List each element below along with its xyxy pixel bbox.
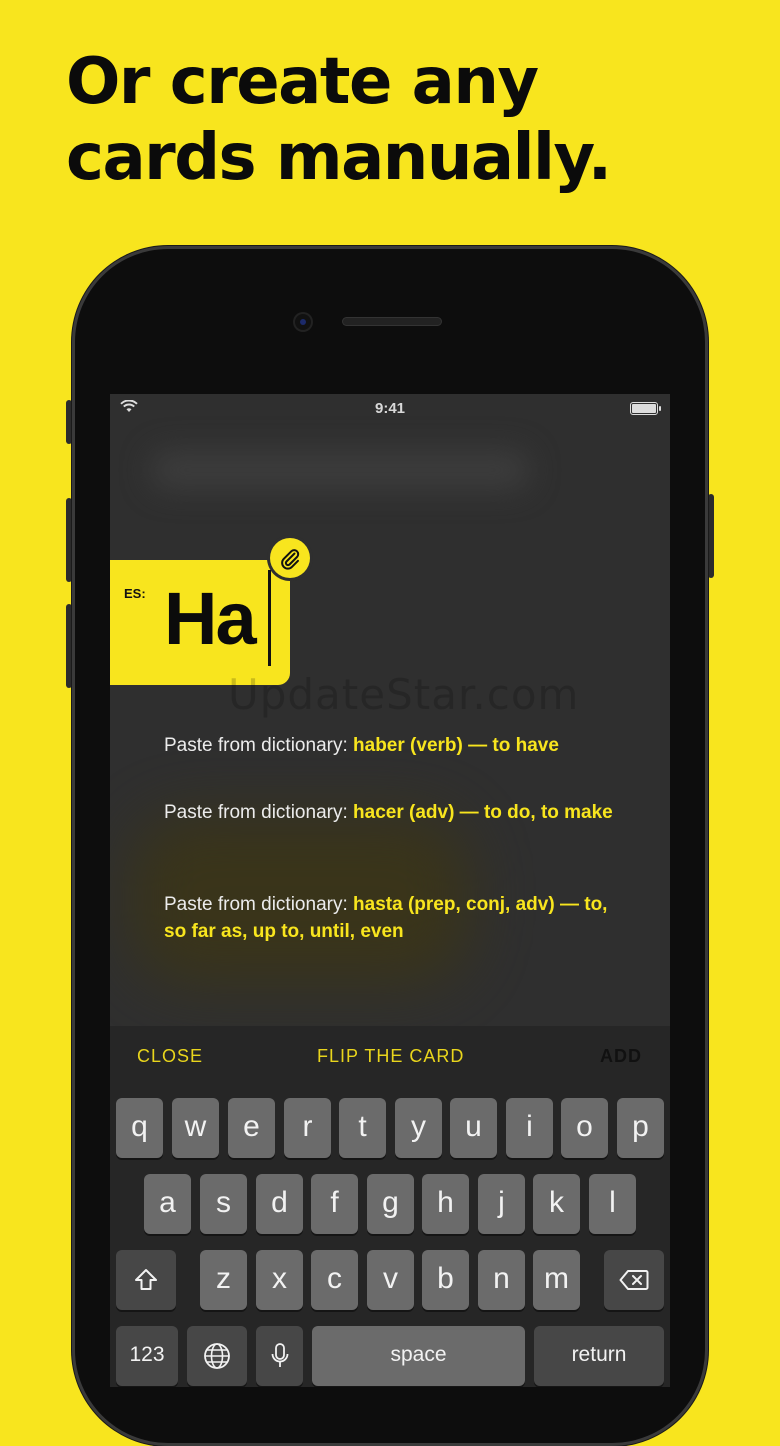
key-s[interactable]: s (200, 1174, 247, 1234)
key-f[interactable]: f (311, 1174, 358, 1234)
key-q[interactable]: q (116, 1098, 163, 1158)
key-p[interactable]: p (617, 1098, 664, 1158)
suggestion-item[interactable]: Paste from dictionary: hacer (adv) — to … (164, 799, 624, 826)
shift-icon (133, 1262, 159, 1295)
key-h[interactable]: h (422, 1174, 469, 1234)
space-key[interactable]: space (312, 1326, 525, 1386)
key-d[interactable]: d (256, 1174, 303, 1234)
dictation-key[interactable] (256, 1326, 303, 1386)
suggestion-prefix: Paste from dictionary: (164, 802, 354, 823)
key-e[interactable]: e (228, 1098, 275, 1158)
phone-screen: 9:41 ES: Ha UpdateStar.com Paste from di… (110, 394, 670, 1387)
suggestion-prefix: Paste from dictionary: (164, 894, 354, 915)
key-c[interactable]: c (311, 1250, 358, 1310)
headline: Or create any cards manually. (66, 44, 612, 196)
keyboard: q w e r t y u i o p a s d f g h j k l z … (110, 1088, 670, 1387)
globe-icon (203, 1338, 231, 1371)
key-y[interactable]: y (395, 1098, 442, 1158)
key-g[interactable]: g (367, 1174, 414, 1234)
key-w[interactable]: w (172, 1098, 219, 1158)
suggestion-item[interactable]: Paste from dictionary: haber (verb) — to… (164, 732, 624, 759)
battery-icon (630, 402, 661, 415)
headline-line-2: cards manually. (66, 121, 612, 195)
card-language: ES: (124, 586, 146, 601)
text-cursor (268, 570, 271, 666)
key-v[interactable]: v (367, 1250, 414, 1310)
globe-key[interactable] (187, 1326, 247, 1386)
add-button[interactable]: ADD (600, 1046, 642, 1067)
delete-key[interactable] (604, 1250, 664, 1310)
key-i[interactable]: i (506, 1098, 553, 1158)
flip-card-button[interactable]: FLIP THE CARD (317, 1046, 464, 1067)
suggestion-value: hacer (adv) — to do, to make (353, 802, 613, 823)
key-z[interactable]: z (200, 1250, 247, 1310)
paste-clip-button[interactable] (270, 538, 310, 578)
key-n[interactable]: n (478, 1250, 525, 1310)
key-o[interactable]: o (561, 1098, 608, 1158)
status-bar: 9:41 (110, 394, 670, 422)
key-x[interactable]: x (256, 1250, 303, 1310)
backspace-icon (619, 1262, 649, 1295)
power-button (708, 494, 714, 578)
shift-key[interactable] (116, 1250, 176, 1310)
key-l[interactable]: l (589, 1174, 636, 1234)
keyboard-toolbar: CLOSE FLIP THE CARD ADD (110, 1026, 670, 1088)
earpiece-speaker (343, 318, 441, 325)
key-m[interactable]: m (533, 1250, 580, 1310)
suggestion-value: haber (verb) — to have (353, 735, 559, 756)
blurred-header (150, 450, 530, 490)
close-button[interactable]: CLOSE (137, 1046, 203, 1067)
key-u[interactable]: u (450, 1098, 497, 1158)
flashcard[interactable]: ES: Ha (110, 560, 290, 685)
key-t[interactable]: t (339, 1098, 386, 1158)
key-b[interactable]: b (422, 1250, 469, 1310)
return-key[interactable]: return (534, 1326, 664, 1386)
numbers-key[interactable]: 123 (116, 1326, 178, 1386)
front-camera (295, 314, 311, 330)
status-time: 9:41 (374, 400, 406, 417)
microphone-icon (270, 1338, 290, 1371)
suggestion-item[interactable]: Paste from dictionary: hasta (prep, conj… (164, 891, 624, 945)
suggestion-prefix: Paste from dictionary: (164, 735, 354, 756)
key-a[interactable]: a (144, 1174, 191, 1234)
key-j[interactable]: j (478, 1174, 525, 1234)
card-word-input[interactable]: Ha (164, 574, 257, 664)
headline-line-1: Or create any (66, 45, 539, 119)
watermark: UpdateStar.com (228, 670, 580, 719)
key-k[interactable]: k (533, 1174, 580, 1234)
key-r[interactable]: r (284, 1098, 331, 1158)
